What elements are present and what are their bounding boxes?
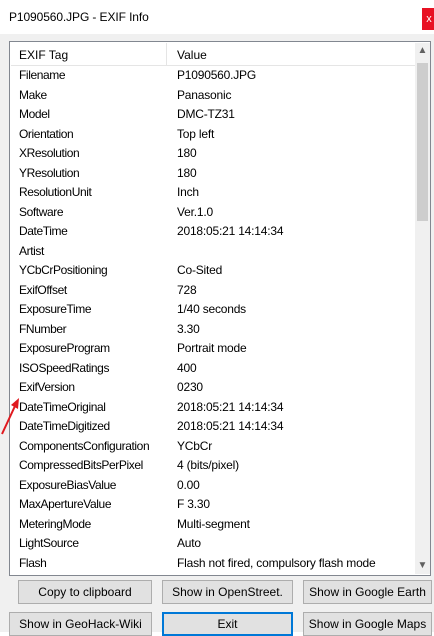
exif-tag-cell: Make: [19, 88, 47, 102]
window-title: P1090560.JPG - EXIF Info: [9, 10, 149, 24]
table-row[interactable]: ResolutionUnit Inch: [11, 183, 415, 202]
table-row[interactable]: DateTimeDigitized 2018:05:21 14:14:34: [11, 417, 415, 436]
exif-tag-cell: Filename: [19, 68, 66, 82]
exif-tag-cell: LightSource: [19, 536, 79, 550]
table-row[interactable]: Make Panasonic: [11, 86, 415, 105]
exif-tag-cell: Artist: [19, 244, 44, 258]
table-row[interactable]: ExposureTime 1/40 seconds: [11, 300, 415, 319]
table-row[interactable]: YResolution 180: [11, 164, 415, 183]
exif-value-cell: 0.00: [177, 478, 200, 492]
exif-tag-cell: Flash: [19, 556, 47, 570]
list-rows: Filename P1090560.JPG Make Panasonic Model DM…: [11, 66, 415, 574]
column-header-value[interactable]: Value: [177, 48, 207, 62]
exif-value-cell: Auto: [177, 536, 201, 550]
exif-tag-cell: FNumber: [19, 322, 67, 336]
table-row[interactable]: ExifOffset 728: [11, 281, 415, 300]
exif-value-cell: Inch: [177, 185, 199, 199]
exif-value-cell: 728: [177, 283, 197, 297]
exif-value-cell: 1/40 seconds: [177, 302, 246, 316]
chevron-up-icon[interactable]: ▲: [415, 43, 430, 59]
table-row[interactable]: ExposureBiasValue 0.00: [11, 476, 415, 495]
table-row[interactable]: Model DMC-TZ31: [11, 105, 415, 124]
close-button[interactable]: x: [422, 8, 434, 30]
exif-tag-cell: ExifOffset: [19, 283, 67, 297]
chevron-down-icon[interactable]: ▼: [415, 558, 430, 574]
table-row[interactable]: DateTime 2018:05:21 14:14:34: [11, 222, 415, 241]
exif-value-cell: F 3.30: [177, 497, 210, 511]
exif-value-cell: Panasonic: [177, 88, 232, 102]
table-row[interactable]: Orientation Top left: [11, 125, 415, 144]
show-in-openstreet-button[interactable]: Show in OpenStreet.: [162, 580, 293, 604]
column-header-tag[interactable]: EXIF Tag: [19, 48, 68, 62]
exif-tag-cell: YResolution: [19, 166, 80, 180]
table-row[interactable]: ExposureProgram Portrait mode: [11, 339, 415, 358]
exif-value-cell: P1090560.JPG: [177, 68, 256, 82]
exif-value-cell: Portrait mode: [177, 341, 247, 355]
list-header: EXIF Tag Value: [11, 43, 415, 66]
exif-value-cell: 180: [177, 166, 197, 180]
exif-tag-cell: DateTimeOriginal: [19, 400, 106, 414]
table-row[interactable]: Software Ver.1.0: [11, 203, 415, 222]
vertical-scrollbar[interactable]: ▲ ▼: [415, 43, 430, 574]
exif-tag-cell: ExifVersion: [19, 380, 75, 394]
table-row[interactable]: YCbCrPositioning Co-Sited: [11, 261, 415, 280]
table-row[interactable]: CompressedBitsPerPixel 4 (bits/pixel): [11, 456, 415, 475]
exif-list[interactable]: EXIF Tag Value Filename P1090560.JPG Make P…: [9, 41, 431, 576]
exif-tag-cell: Model: [19, 107, 50, 121]
exif-value-cell: 400: [177, 361, 197, 375]
exif-tag-cell: XResolution: [19, 146, 80, 160]
table-row[interactable]: XResolution 180: [11, 144, 415, 163]
table-row[interactable]: FNumber 3.30: [11, 320, 415, 339]
exif-tag-cell: Software: [19, 205, 64, 219]
exif-tag-cell: ResolutionUnit: [19, 185, 92, 199]
exif-value-cell: 2018:05:21 14:14:34: [177, 400, 284, 414]
exif-value-cell: Flash not fired, compulsory flash mode: [177, 556, 376, 570]
exif-tag-cell: ISOSpeedRatings: [19, 361, 110, 375]
exif-tag-cell: ExposureTime: [19, 302, 92, 316]
table-row[interactable]: Flash Flash not fired, compulsory flash m…: [11, 554, 415, 573]
show-in-google-earth-button[interactable]: Show in Google Earth: [303, 580, 432, 604]
exif-tag-cell: DateTime: [19, 224, 68, 238]
exif-value-cell: Co-Sited: [177, 263, 223, 277]
exif-tag-cell: ExposureBiasValue: [19, 478, 117, 492]
show-in-google-maps-button[interactable]: Show in Google Maps: [303, 612, 432, 636]
exit-button[interactable]: Exit: [162, 612, 293, 636]
column-divider[interactable]: [166, 43, 167, 65]
scrollbar-thumb[interactable]: [417, 63, 428, 221]
table-row[interactable]: ExifVersion 0230: [11, 378, 415, 397]
table-row[interactable]: DateTimeOriginal 2018:05:21 14:14:34: [11, 398, 415, 417]
exif-value-cell: 3.30: [177, 322, 200, 336]
arrow-shaft: [1, 405, 16, 435]
exif-value-cell: 4 (bits/pixel): [177, 458, 239, 472]
table-row[interactable]: LightSource Auto: [11, 534, 415, 553]
exif-value-cell: DMC-TZ31: [177, 107, 235, 121]
exif-value-cell: Ver.1.0: [177, 205, 213, 219]
exif-tag-cell: Orientation: [19, 127, 74, 141]
exif-tag-cell: MeteringMode: [19, 517, 91, 531]
table-row[interactable]: ComponentsConfiguration YCbCr: [11, 437, 415, 456]
table-row[interactable]: MaxApertureValue F 3.30: [11, 495, 415, 514]
show-in-geohack-wiki-button[interactable]: Show in GeoHack-Wiki: [9, 612, 152, 636]
exif-value-cell: Top left: [177, 127, 215, 141]
table-row[interactable]: MeteringMode Multi-segment: [11, 515, 415, 534]
exif-tag-cell: ComponentsConfiguration: [19, 439, 150, 453]
exif-value-cell: YCbCr: [177, 439, 213, 453]
exif-tag-cell: CompressedBitsPerPixel: [19, 458, 143, 472]
table-row[interactable]: Artist: [11, 242, 415, 261]
exif-tag-cell: YCbCrPositioning: [19, 263, 108, 277]
title-bar: P1090560.JPG - EXIF Info x: [0, 0, 434, 34]
red-arrow-annotation: [1, 398, 19, 435]
copy-to-clipboard-button[interactable]: Copy to clipboard: [18, 580, 152, 604]
exif-value-cell: 2018:05:21 14:14:34: [177, 224, 284, 238]
table-row[interactable]: ISOSpeedRatings 400: [11, 359, 415, 378]
exif-value-cell: Multi-segment: [177, 517, 250, 531]
exif-tag-cell: MaxApertureValue: [19, 497, 112, 511]
exif-tag-cell: DateTimeDigitized: [19, 419, 110, 433]
table-row[interactable]: Filename P1090560.JPG: [11, 66, 415, 85]
exif-value-cell: 180: [177, 146, 197, 160]
exif-value-cell: 2018:05:21 14:14:34: [177, 419, 284, 433]
exif-tag-cell: ExposureProgram: [19, 341, 110, 355]
exif-value-cell: 0230: [177, 380, 203, 394]
